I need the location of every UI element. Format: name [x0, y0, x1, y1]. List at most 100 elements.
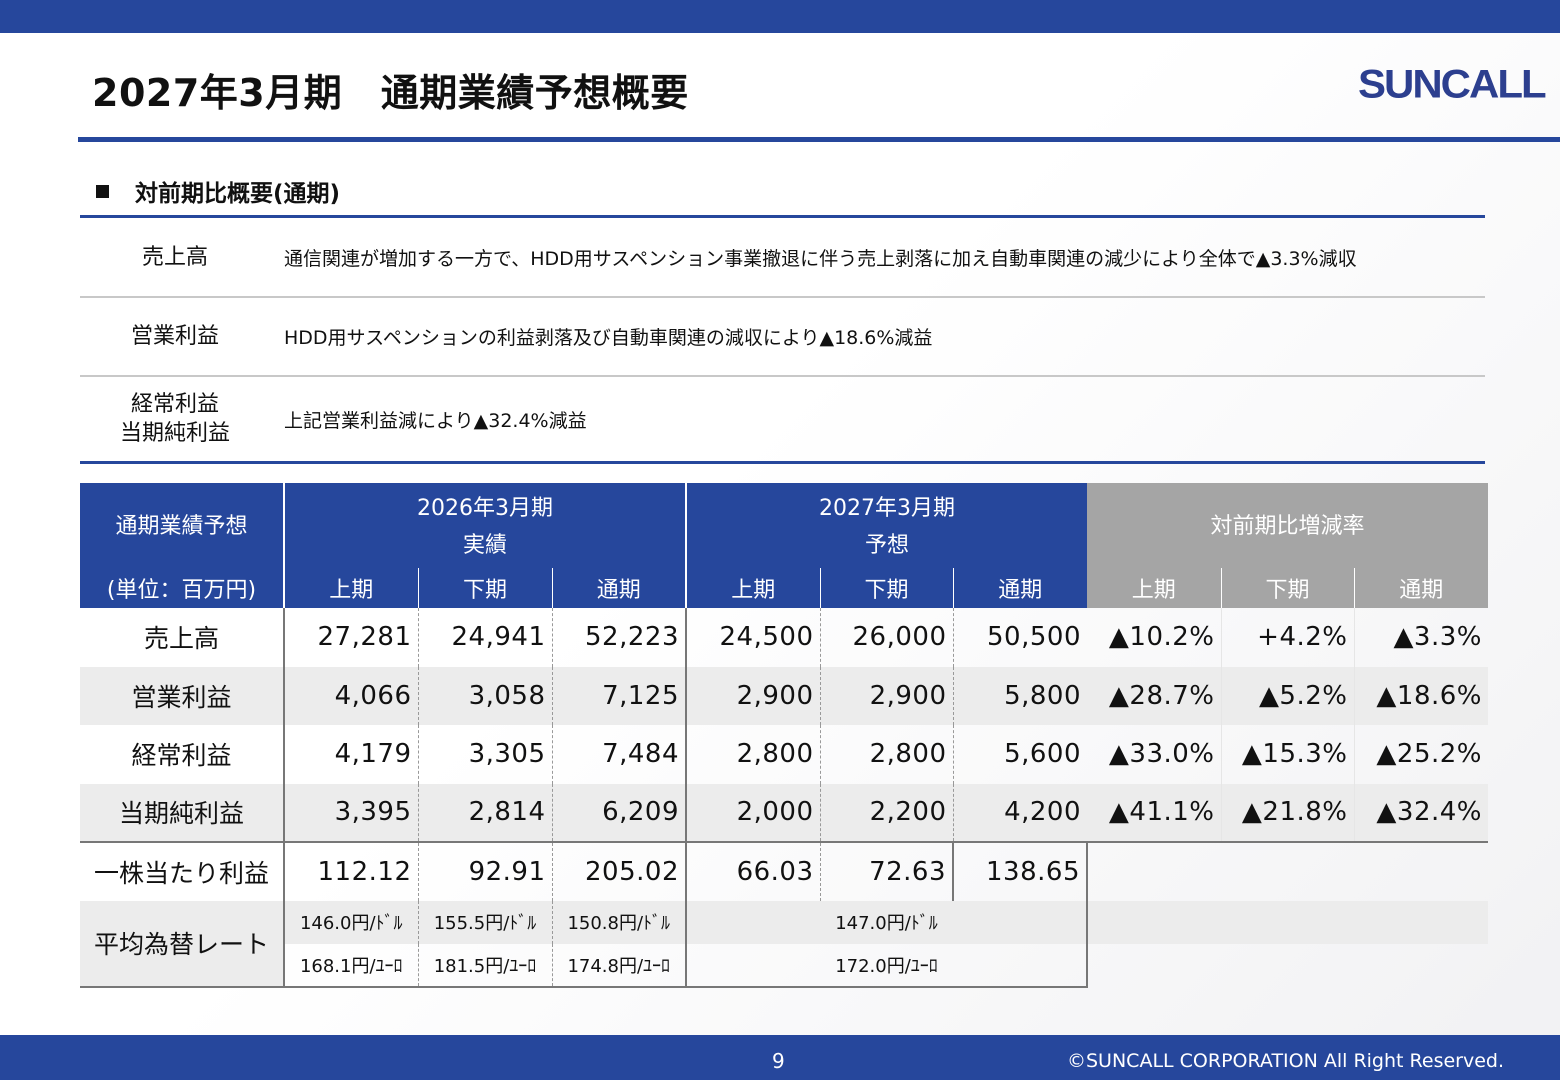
table-cell: 50,500: [987, 622, 1081, 653]
unit-label: (単位：百万円): [80, 568, 284, 608]
table-cell: +4.2%: [1221, 608, 1355, 667]
table-cell: 168.1円/ﾕｰﾛ: [284, 943, 419, 988]
footer-bar: 9 ©SUNCALL CORPORATION All Right Reserve…: [0, 1035, 1560, 1080]
table-cell: ▲15.3%: [1221, 725, 1355, 784]
table-cell: ▲18.6%: [1376, 680, 1482, 711]
table-cell: 3,395: [284, 783, 419, 843]
table-row-fx-usd: 平均為替レート 146.0円/ﾄﾞﾙ 155.5円/ﾄﾞﾙ 150.8円/ﾄﾞﾙ…: [80, 900, 1488, 988]
table-cell: ▲41.1%: [1087, 783, 1222, 843]
row-label: 経常利益: [80, 725, 285, 784]
table-cell: ▲3.3%: [1393, 622, 1482, 653]
summary-label: 経常利益 当期純利益: [119, 392, 230, 446]
table-cell: 2,814: [418, 783, 553, 843]
table-cell: 52,223: [552, 608, 687, 667]
col-header: 下期: [417, 568, 552, 608]
summary-table: 売上高 通信関連が増加する一方で、HDD用サスペンション事業撤退に伴う売上剥落に…: [80, 215, 1485, 464]
row-label: 売上高: [80, 608, 285, 667]
table-cell: 26,000: [820, 608, 954, 667]
table-cell: ▲25.2%: [1376, 739, 1482, 770]
table-cell: 172.0円/ﾕｰﾛ: [686, 943, 1088, 988]
row-label: 一株当たり利益: [80, 842, 285, 901]
table-cell: 5,800: [1004, 680, 1081, 711]
table-cell: 2,900: [686, 666, 821, 725]
table-cell: 138.65: [953, 842, 1088, 901]
table-cell: 24,500: [686, 608, 821, 667]
table-cell: 146.0円/ﾄﾞﾙ: [284, 900, 419, 944]
table-cell: 24,941: [418, 608, 553, 667]
table-row-operating: 営業利益 4,066 3,058 7,125 2,900 2,900 5,800…: [80, 666, 1488, 725]
section-heading: 対前期比概要(通期): [96, 174, 340, 208]
col-header: 下期: [1220, 568, 1354, 608]
summary-text: 通信関連が増加する一方で、HDD用サスペンション事業撤退に伴う売上剥落に加え自動…: [284, 247, 1357, 270]
table-cell: 2,200: [820, 783, 954, 843]
company-logo: SUNCALL: [1358, 61, 1547, 106]
table-row-ordinary: 経常利益 4,179 3,305 7,484 2,800 2,800 5,600…: [80, 725, 1488, 784]
table-cell: 150.8円/ﾄﾞﾙ: [552, 900, 687, 944]
table-cell: 174.8円/ﾕｰﾛ: [552, 943, 687, 988]
top-accent-bar: [0, 0, 1560, 33]
table-cell: 2,900: [820, 666, 954, 725]
title-divider: [78, 137, 1560, 142]
table-cell: 2,800: [820, 725, 954, 784]
table-cell: 4,200: [953, 783, 1087, 843]
table-cell: 72.63: [820, 842, 954, 901]
table-cell: 112.12: [284, 842, 419, 901]
header-row-periods: (単位：百万円) 上期 下期 通期 上期 下期 通期 上期 下期 通期: [80, 568, 1488, 608]
table-cell: 205.02: [552, 842, 687, 901]
table-cell: 7,125: [552, 666, 687, 725]
table-cell: 181.5円/ﾕｰﾛ: [418, 943, 553, 988]
summary-row-ordinary-net: 経常利益 当期純利益 上記営業利益減により▲32.4%減益: [80, 377, 1485, 461]
section-heading-text: 対前期比概要(通期): [135, 181, 341, 207]
group-2027: 2027年3月期 予想: [685, 483, 1087, 568]
table-row-eps: 一株当たり利益 112.12 92.91 205.02 66.03 72.63 …: [80, 842, 1488, 901]
table-cell: 3,058: [418, 666, 553, 725]
table-cell: ▲21.8%: [1221, 783, 1355, 843]
table-cell: ▲10.2%: [1087, 608, 1222, 667]
table-cell: 7,484: [552, 725, 687, 784]
table-cell: 92.91: [418, 842, 553, 901]
table-row-fx-eur: 168.1円/ﾕｰﾛ 181.5円/ﾕｰﾛ 174.8円/ﾕｰﾛ 172.0円/…: [80, 943, 1488, 988]
col-header: 下期: [819, 568, 953, 608]
copyright-text: ©SUNCALL CORPORATION All Right Reserved.: [1067, 1050, 1504, 1072]
table-cell: 66.03: [686, 842, 821, 901]
summary-row-operating: 営業利益 HDD用サスペンションの利益剥落及び自動車関連の減収により▲18.6%…: [80, 298, 1485, 377]
table-row-net-income: 当期純利益 3,395 2,814 6,209 2,000 2,200 4,20…: [80, 783, 1488, 843]
table-cell: ▲32.4%: [1354, 783, 1488, 843]
group-2026: 2026年3月期 実績: [283, 483, 686, 568]
summary-label: 営業利益: [130, 324, 219, 349]
col-header: 上期: [283, 568, 418, 608]
corner-title: 通期業績予想: [80, 483, 284, 568]
col-header: 通期: [952, 568, 1087, 608]
row-label: 平均為替レート: [80, 900, 285, 988]
summary-bottom-rule: [80, 461, 1485, 464]
col-header: 上期: [1087, 568, 1221, 608]
table-cell: 6,209: [552, 783, 687, 843]
table-cell: 5,600: [1004, 739, 1081, 770]
forecast-table: 通期業績予想 2026年3月期 実績 2027年3月期 予想 対前期比増減率 (…: [80, 483, 1488, 988]
table-row-sales: 売上高 27,281 24,941 52,223 24,500 26,000 5…: [80, 608, 1488, 667]
col-header: 通期: [551, 568, 686, 608]
table-cell: ▲33.0%: [1087, 725, 1222, 784]
group-change-rate: 対前期比増減率: [1087, 483, 1488, 568]
summary-row-sales: 売上高 通信関連が増加する一方で、HDD用サスペンション事業撤退に伴う売上剥落に…: [80, 218, 1485, 298]
table-cell: 27,281: [284, 608, 419, 667]
table-cell: 4,066: [284, 666, 419, 725]
table-cell: ▲5.2%: [1221, 666, 1355, 725]
table-cell: 2,800: [686, 725, 821, 784]
col-header: 上期: [685, 568, 820, 608]
table-cell: 4,179: [284, 725, 419, 784]
col-header: 通期: [1353, 568, 1488, 608]
bullet-square-icon: [96, 184, 109, 198]
page-title: 2027年3月期 通期業績予想概要: [92, 71, 689, 115]
header-row-groups: 通期業績予想 2026年3月期 実績 2027年3月期 予想 対前期比増減率: [80, 483, 1488, 568]
table-cell: 155.5円/ﾄﾞﾙ: [418, 900, 553, 944]
table-cell: 147.0円/ﾄﾞﾙ: [686, 900, 1088, 944]
row-label: 当期純利益: [80, 783, 285, 843]
summary-text: 上記営業利益減により▲32.4%減益: [284, 409, 587, 432]
row-label: 営業利益: [80, 666, 285, 725]
summary-label: 売上高: [141, 244, 208, 270]
table-cell: ▲28.7%: [1087, 666, 1222, 725]
table-cell: 2,000: [686, 783, 821, 843]
page-number: 9: [772, 1049, 785, 1073]
summary-text: HDD用サスペンションの利益剥落及び自動車関連の減収により▲18.6%減益: [284, 327, 933, 349]
